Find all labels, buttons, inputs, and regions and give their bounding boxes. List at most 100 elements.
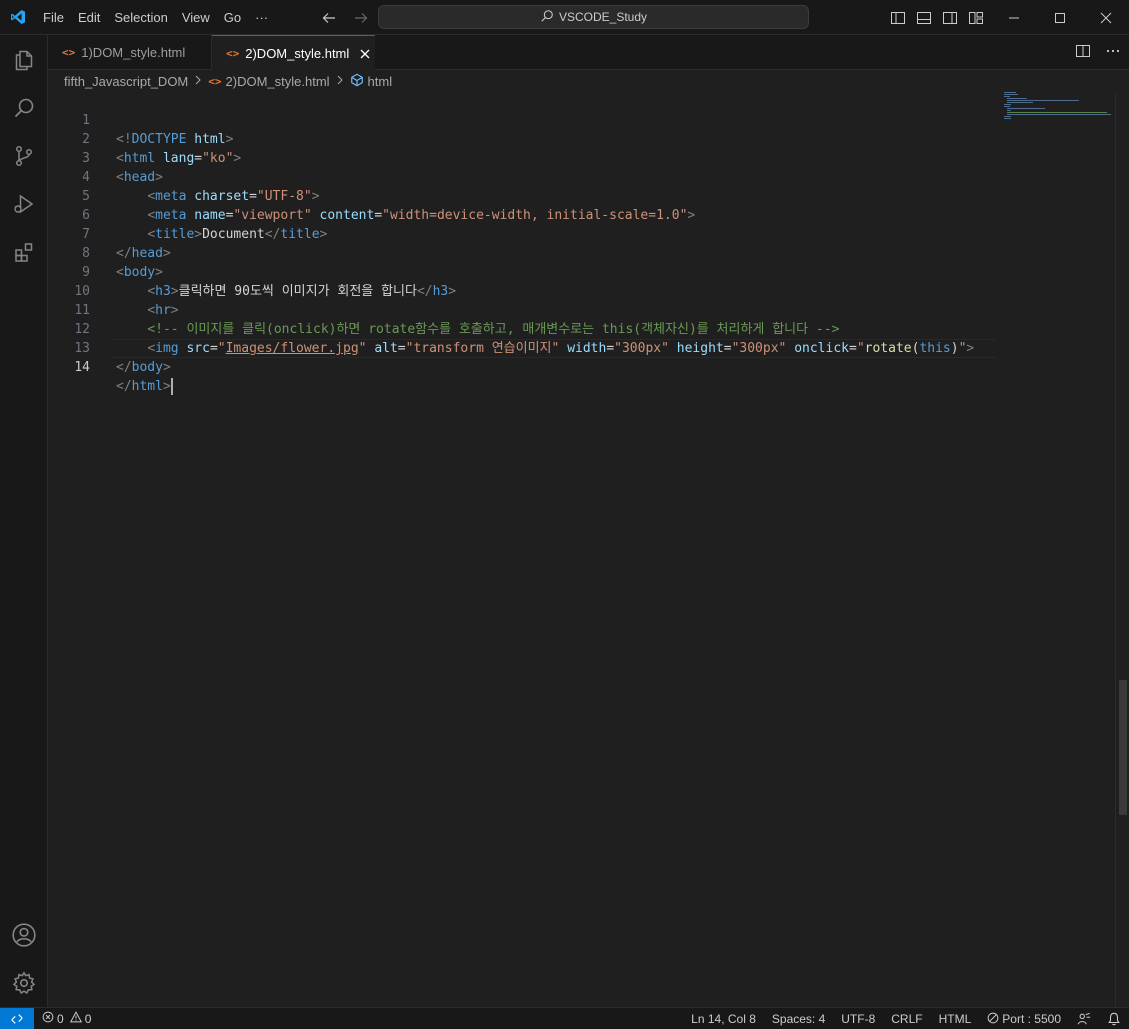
toggle-secondary-sidebar-icon[interactable] — [940, 8, 960, 28]
code-line: 11 <!-- 이미지를 클릭(onclick)하면 rotate함수를 호출하… — [48, 282, 1129, 337]
minimize-icon[interactable] — [991, 0, 1037, 35]
notifications-bell-icon[interactable] — [1099, 1008, 1129, 1029]
vscode-logo-icon — [0, 0, 35, 35]
minimap-line — [1007, 102, 1033, 103]
chevron-right-icon — [335, 74, 345, 88]
minimap-line — [1007, 100, 1079, 101]
text-cursor — [170, 378, 173, 395]
breadcrumb-symbol[interactable]: html — [368, 74, 393, 89]
customize-layout-icon[interactable] — [966, 8, 986, 28]
run-debug-icon[interactable] — [0, 180, 48, 228]
code-line: 2 <html lang="ko"> — [48, 111, 1129, 166]
port-stop-icon — [987, 1012, 999, 1027]
minimap-line — [1007, 108, 1045, 109]
tab-1-dom-style[interactable]: <> 1)DOM_style.html — [48, 35, 212, 70]
command-center-label: VSCODE_Study — [558, 10, 648, 24]
vertical-scrollbar[interactable] — [1115, 92, 1129, 1007]
code-line: 14 </html> — [48, 339, 1129, 395]
warning-count: 0 — [84, 1011, 92, 1026]
line-number: 14 — [74, 360, 90, 375]
more-actions-icon[interactable] — [1105, 43, 1121, 62]
maximize-icon[interactable] — [1037, 0, 1083, 35]
line-content: </html> — [116, 378, 173, 395]
code-line: 8 <body> — [48, 225, 1129, 280]
minimap-line — [1004, 96, 1010, 97]
split-editor-icon[interactable] — [1075, 43, 1091, 62]
feedback-icon[interactable] — [1069, 1008, 1099, 1029]
minimap-line — [1004, 92, 1016, 93]
arrow-right-icon[interactable] — [350, 7, 372, 29]
code-editor[interactable]: 1 <!DOCTYPE html> 2 <html lang="ko"> 3 <… — [48, 92, 1129, 1007]
encoding[interactable]: UTF-8 — [833, 1008, 883, 1029]
settings-gear-icon[interactable] — [0, 959, 48, 1007]
toggle-panel-icon[interactable] — [914, 8, 934, 28]
menu-go[interactable]: Go — [217, 0, 248, 35]
code-line: 9 <h3>클릭하면 90도씩 이미지가 회전을 합니다</h3> — [48, 244, 1129, 299]
port-label: Port : 5500 — [1002, 1012, 1061, 1026]
code-line: 6 <title>Document</title> — [48, 187, 1129, 242]
html-file-icon: <> — [208, 74, 222, 88]
remote-indicator-icon[interactable] — [0, 1007, 34, 1029]
minimap-line — [1004, 118, 1011, 119]
tab-label: 2)DOM_style.html — [245, 46, 350, 61]
code-line: 10 <hr> — [48, 263, 1129, 318]
end-of-line[interactable]: CRLF — [883, 1008, 930, 1029]
status-bar: 0 0 Ln 14, Col 8 Spaces: 4 UTF-8 CRLF HT… — [0, 1007, 1129, 1029]
minimap-line — [1007, 98, 1027, 99]
code-line: 1 <!DOCTYPE html> — [48, 92, 1129, 147]
code-line: 13 </body> — [48, 320, 1129, 375]
minimap-line — [1007, 114, 1111, 115]
menu-more[interactable]: ··· — [248, 0, 275, 35]
close-icon[interactable] — [357, 46, 373, 62]
error-icon — [42, 1011, 54, 1026]
minimap-line — [1004, 116, 1011, 117]
indentation[interactable]: Spaces: 4 — [764, 1008, 833, 1029]
minimap-line — [1007, 112, 1107, 113]
explorer-icon[interactable] — [0, 36, 48, 84]
breadcrumb: fifth_Javascript_DOM <> 2)DOM_style.html… — [48, 70, 1129, 92]
toggle-primary-sidebar-icon[interactable] — [888, 8, 908, 28]
language-mode[interactable]: HTML — [931, 1008, 980, 1029]
symbol-element-icon — [350, 73, 364, 90]
error-count: 0 — [57, 1011, 64, 1026]
menu-view[interactable]: View — [175, 0, 217, 35]
close-window-icon[interactable] — [1083, 0, 1129, 35]
minimap-line — [1004, 94, 1018, 95]
live-server-port[interactable]: Port : 5500 — [979, 1008, 1069, 1029]
line-content: </body> — [116, 360, 171, 375]
minimap-line — [1004, 106, 1010, 107]
menu-edit[interactable]: Edit — [71, 0, 107, 35]
minimap-line — [1004, 104, 1011, 105]
html-file-icon: <> — [62, 46, 76, 59]
code-line: 4 <meta charset="UTF-8"> — [48, 149, 1129, 204]
code-line: 12 <img src="Images/flower.jpg" alt="tra… — [48, 301, 1129, 356]
problems-indicator[interactable]: 0 0 — [34, 1008, 99, 1029]
title-bar: File Edit Selection View Go ··· VSCODE_S… — [0, 0, 1129, 35]
code-line: 5 <meta name="viewport" content="width=d… — [48, 168, 1129, 223]
tab-2-dom-style[interactable]: <> 2)DOM_style.html — [212, 35, 375, 71]
warning-icon — [69, 1011, 82, 1026]
breadcrumb-file[interactable]: 2)DOM_style.html — [226, 74, 330, 89]
menu-bar: File Edit Selection View Go ··· — [35, 0, 275, 35]
source-control-icon[interactable] — [0, 132, 48, 180]
window-controls — [991, 0, 1129, 35]
extensions-icon[interactable] — [0, 228, 48, 276]
status-bar-right: Ln 14, Col 8 Spaces: 4 UTF-8 CRLF HTML P… — [683, 1008, 1129, 1029]
minimap[interactable] — [998, 92, 1114, 132]
cursor-position[interactable]: Ln 14, Col 8 — [683, 1008, 764, 1029]
accounts-icon[interactable] — [0, 911, 48, 959]
html-file-icon: <> — [226, 47, 240, 60]
minimap-line — [1007, 110, 1011, 111]
breadcrumb-folder[interactable]: fifth_Javascript_DOM — [64, 74, 188, 89]
code-line: 3 <head> — [48, 130, 1129, 185]
search-view-icon[interactable] — [0, 84, 48, 132]
editor-tab-bar: <> 1)DOM_style.html <> 2)DOM_style.html — [48, 35, 1129, 71]
search-icon — [540, 9, 554, 26]
arrow-left-icon[interactable] — [318, 7, 340, 29]
menu-file[interactable]: File — [35, 0, 71, 35]
command-center-search[interactable]: VSCODE_Study — [378, 5, 809, 29]
navigation-controls — [318, 0, 372, 35]
activity-bar — [0, 35, 48, 1007]
menu-selection[interactable]: Selection — [107, 0, 174, 35]
scrollbar-thumb[interactable] — [1119, 680, 1127, 815]
